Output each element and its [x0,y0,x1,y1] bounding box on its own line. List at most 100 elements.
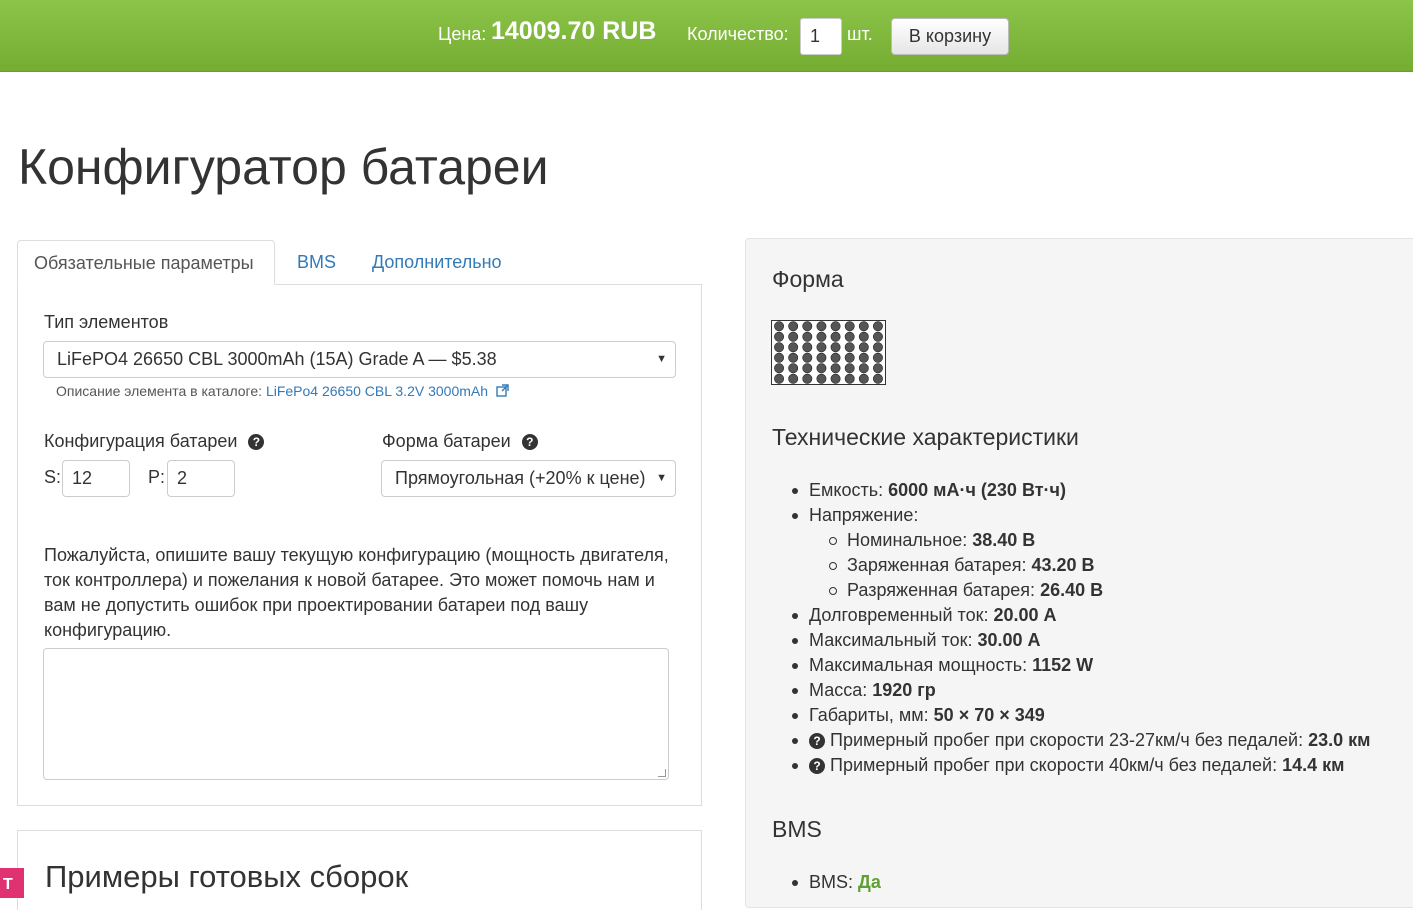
battery-cell [844,373,855,384]
battery-cell [830,373,841,384]
description-instructions: Пожалуйста, опишите вашу текущую конфигу… [44,545,669,640]
battery-cell [858,331,869,342]
question-icon[interactable]: ? [248,434,265,450]
spec-voltage-discharged: Разряженная батарея: 26.40 В [772,578,1412,603]
spec-label: Максимальный ток: [809,630,973,650]
specs-list: Емкость: 6000 мА·ч (230 Вт·ч) Напряжение… [772,478,1412,778]
spec-max-power: Максимальная мощность: 1152 W [772,653,1412,678]
battery-cell [802,352,813,363]
spec-label: Напряжение: [809,505,919,525]
cell-type-value: LiFePO4 26650 CBL 3000mAh (15A) Grade A … [57,349,497,369]
battery-cell [844,331,855,342]
p-label: P: [148,467,166,487]
tab-bms[interactable]: BMS [297,240,336,285]
price-bar: Цена: 14009.70 RUB Количество: шт. В кор… [0,0,1413,72]
spec-value: 30.00 А [977,630,1041,650]
spec-label: Разряженная батарея: [847,580,1036,600]
spec-label: Примерный пробег при скорости 23-27км/ч … [830,730,1304,750]
spec-mass: Масса: 1920 гр [772,678,1412,703]
spec-value: 43.20 В [1031,555,1095,575]
battery-cell [830,342,841,353]
battery-cell [774,373,785,384]
spec-value: Да [858,872,881,892]
feedback-tab[interactable]: T [0,868,24,898]
battery-cell [788,373,799,384]
quantity-input[interactable] [800,18,842,55]
battery-cell [872,321,883,332]
series-input[interactable]: 12 [62,460,130,497]
battery-cell [844,321,855,332]
price-value: 14009.70 RUB [491,17,657,45]
battery-cell [872,373,883,384]
spec-value: 1920 гр [872,680,936,700]
quantity-unit: шт. [847,24,873,44]
add-to-cart-button[interactable]: В корзину [891,18,1009,55]
page-title: Конфигуратор батареи [18,139,549,195]
tab-required-params[interactable]: Обязательные параметры [17,240,275,285]
catalog-link[interactable]: LiFePo4 26650 CBL 3.2V 3000mAh [266,383,488,399]
external-link-icon[interactable] [496,383,509,399]
battery-cell [830,321,841,332]
spec-label: Масса: [809,680,868,700]
battery-cell [788,321,799,332]
shape-section-title: Форма [772,266,844,292]
battery-cell [802,363,813,374]
battery-cell [816,352,827,363]
spec-continuous-current: Долговременный ток: 20.00 А [772,603,1412,628]
cell-grid [774,321,883,384]
question-icon[interactable]: ? [809,758,825,774]
spec-value: 38.40 В [972,530,1036,550]
spec-value: 20.00 А [993,605,1057,625]
battery-cell [788,342,799,353]
battery-cell [844,363,855,374]
question-icon[interactable]: ? [809,733,825,749]
battery-cell [858,321,869,332]
spec-voltage-nominal: Номинальное: 38.40 В [772,528,1412,553]
battery-cell [830,331,841,342]
spec-label: Емкость: [809,480,884,500]
spec-label: Максимальная мощность: [809,655,1028,675]
battery-cell [816,321,827,332]
battery-cell [774,331,785,342]
question-icon[interactable]: ? [521,434,538,450]
battery-cell [830,363,841,374]
spec-value: 14.4 км [1282,755,1345,775]
battery-cell [802,331,813,342]
battery-cell [830,352,841,363]
quantity-label: Количество: [687,24,789,44]
spec-range-slow: ? Примерный пробег при скорости 23-27км/… [772,728,1412,753]
battery-cell [816,373,827,384]
shape-select[interactable]: Прямоугольная (+20% к цене) ▼ [381,460,676,497]
tab-additional[interactable]: Дополнительно [372,240,502,285]
battery-cell [858,342,869,353]
bms-list: BMS: Да [772,870,1412,895]
resize-handle-icon[interactable] [658,769,666,777]
parallel-input[interactable]: 2 [167,460,235,497]
spec-label: Габариты, мм: [809,705,929,725]
spec-label: Номинальное: [847,530,968,550]
battery-cell [802,342,813,353]
battery-cell [872,363,883,374]
battery-cell [872,342,883,353]
battery-cell [872,352,883,363]
battery-cell [788,331,799,342]
s-label: S: [44,467,62,487]
spec-label: Примерный пробег при скорости 40км/ч без… [830,755,1278,775]
spec-label: Долговременный ток: [809,605,989,625]
chevron-down-icon: ▼ [656,353,667,365]
examples-panel: Примеры готовых сборок [17,830,702,910]
spec-bms: BMS: Да [772,870,1412,895]
spec-range-fast: ? Примерный пробег при скорости 40км/ч б… [772,753,1412,778]
bms-section-title: BMS [772,816,822,842]
battery-cell [816,363,827,374]
config-label: Конфигурация батареи ? [44,431,265,452]
battery-cell [802,321,813,332]
shape-value: Прямоугольная (+20% к цене) [395,468,646,488]
spec-value: 50 × 70 × 349 [933,705,1045,725]
tab-divider [275,284,702,285]
spec-value: 1152 W [1032,655,1094,675]
cell-type-select[interactable]: LiFePO4 26650 CBL 3000mAh (15A) Grade A … [43,341,676,378]
description-textarea[interactable] [43,648,669,780]
spec-label: BMS: [809,872,854,892]
examples-title: Примеры готовых сборок [45,859,409,894]
